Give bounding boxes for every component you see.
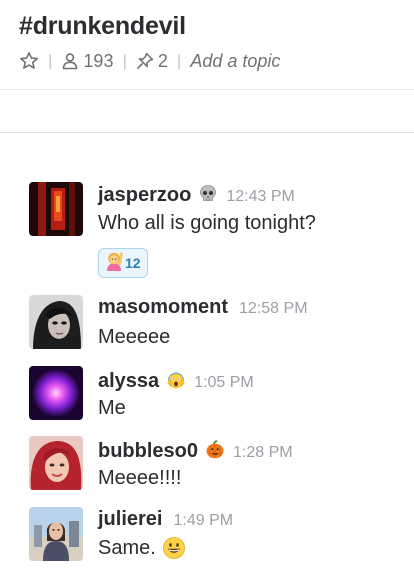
meta-divider: | <box>48 51 53 70</box>
meta-divider: | <box>122 51 127 70</box>
member-count-button[interactable]: 193 <box>61 51 113 72</box>
message-header: alyssa 1:05 PM <box>98 367 254 393</box>
avatar[interactable] <box>29 366 83 420</box>
message-author[interactable]: alyssa <box>98 370 159 393</box>
message-text: Me <box>98 397 126 419</box>
skull-icon <box>198 184 218 204</box>
grinning-face-icon <box>162 536 186 560</box>
jack-o-lantern-icon <box>205 440 225 460</box>
message-author[interactable]: masomoment <box>98 296 228 319</box>
meta-divider: | <box>176 51 182 70</box>
avatar[interactable] <box>29 507 83 561</box>
message-header: bubbleso0 1:28 PM <box>98 437 293 463</box>
message-text: Meeeee <box>98 326 171 348</box>
message-timestamp[interactable]: 1:05 PM <box>194 374 254 392</box>
message-header: jasperzoo 12:43 PM <box>98 181 295 207</box>
message-author[interactable]: jasperzoo <box>98 184 191 207</box>
channel-title[interactable]: #drunkendevil <box>19 12 186 41</box>
message-header: julierei 1:49 PM <box>98 508 233 531</box>
channel-meta: | 193 | 2 | Add a topic <box>19 49 280 73</box>
message-author[interactable]: bubbleso0 <box>98 440 198 463</box>
star-icon[interactable] <box>19 51 39 71</box>
person-icon <box>61 52 79 70</box>
avatar[interactable] <box>29 436 83 490</box>
member-count: 193 <box>83 50 114 71</box>
scream-icon <box>166 370 186 390</box>
message-text: Same. <box>98 536 156 559</box>
pin-icon <box>136 52 154 70</box>
pinned-count: 2 <box>157 50 168 71</box>
message-text-row: Same. <box>98 536 186 560</box>
message-timestamp[interactable]: 1:49 PM <box>173 512 233 530</box>
message-header: masomoment 12:58 PM <box>98 296 308 319</box>
reaction-count: 12 <box>125 255 141 271</box>
channel-header: #drunkendevil | 193 | 2 | Add a topic <box>0 0 414 90</box>
avatar[interactable] <box>29 182 83 236</box>
message-timestamp[interactable]: 12:58 PM <box>239 300 307 318</box>
messages-divider <box>0 132 414 133</box>
reaction-pill[interactable]: 12 <box>98 248 148 278</box>
message-text: Meeee!!!! <box>98 467 182 489</box>
message-timestamp[interactable]: 1:28 PM <box>233 444 293 462</box>
message-timestamp[interactable]: 12:43 PM <box>226 188 294 206</box>
add-topic-link[interactable]: Add a topic <box>190 51 280 72</box>
header-divider <box>0 89 414 90</box>
avatar[interactable] <box>29 295 83 349</box>
message-text: Who all is going tonight? <box>98 212 316 234</box>
pinned-count-button[interactable]: 2 <box>136 51 168 72</box>
woman-raising-hand-icon <box>104 250 124 277</box>
message-author[interactable]: julierei <box>98 508 162 531</box>
